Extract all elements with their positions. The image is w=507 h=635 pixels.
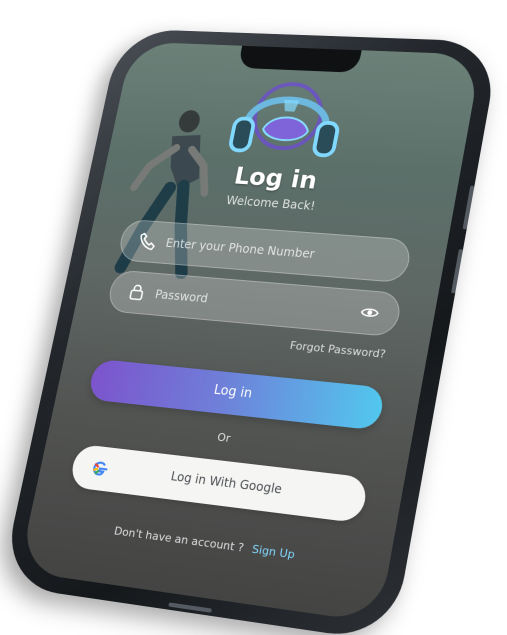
signup-row: Don't have an account ? Sign Up <box>28 513 390 574</box>
login-button-label: Log in <box>212 382 254 402</box>
signup-link[interactable]: Sign Up <box>251 542 296 561</box>
phone-frame: Log in Welcome Back! Enter your Phone Nu… <box>0 28 501 635</box>
device-mockup: Log in Welcome Back! Enter your Phone Nu… <box>0 0 507 635</box>
phone-icon <box>136 231 158 251</box>
login-button[interactable]: Log in <box>87 358 386 431</box>
password-placeholder: Password <box>153 287 210 306</box>
forgot-password-link[interactable]: Forgot Password? <box>289 339 387 361</box>
signup-prompt: Don't have an account ? <box>113 524 245 555</box>
password-input[interactable]: Password <box>105 269 404 338</box>
google-login-label: Log in With Google <box>169 469 284 497</box>
google-icon <box>89 457 112 479</box>
login-screen: Log in Welcome Back! Enter your Phone Nu… <box>18 42 481 623</box>
phone-placeholder: Enter your Phone Number <box>164 236 316 261</box>
side-button <box>451 249 464 294</box>
side-button <box>462 185 475 230</box>
phone-screen: Log in Welcome Back! Enter your Phone Nu… <box>18 41 482 624</box>
headphone-logo <box>215 71 359 171</box>
charging-port <box>168 602 213 613</box>
eye-icon[interactable] <box>358 302 382 324</box>
lock-icon <box>126 282 148 303</box>
